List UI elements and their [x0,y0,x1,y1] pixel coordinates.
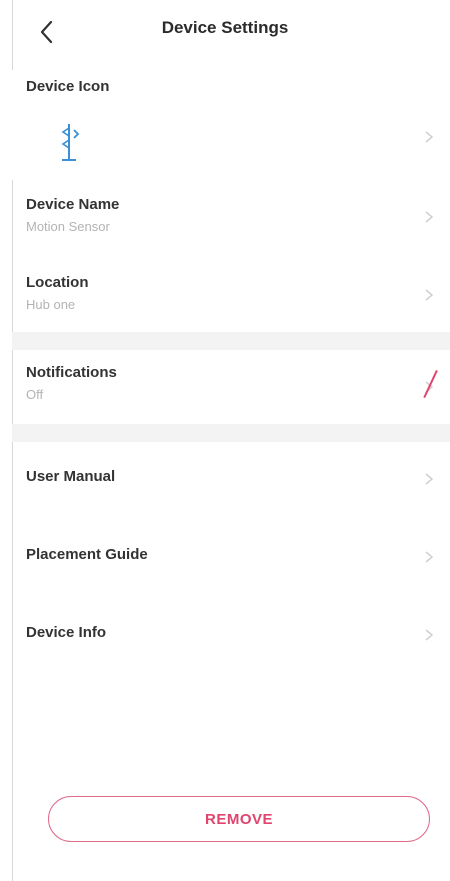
chevron-right-icon [425,211,434,223]
section-divider [12,424,450,442]
remove-button[interactable]: REMOVE [48,796,430,842]
section-divider [12,332,450,350]
device-name-row[interactable]: Device Name Motion Sensor [12,190,450,248]
device-info-label: Device Info [26,624,107,641]
placement-guide-label: Placement Guide [26,546,148,563]
placement-guide-row[interactable]: Placement Guide [12,530,450,582]
chevron-right-icon [425,131,434,143]
chevron-right-icon [425,551,434,563]
user-manual-label: User Manual [26,468,116,485]
notifications-row[interactable]: Notifications Off [12,358,450,416]
location-label: Location [26,274,89,291]
page-title: Device Settings [161,18,289,37]
motion-sensor-icon [52,120,86,164]
device-info-row[interactable]: Device Info [12,608,450,660]
device-name-label: Device Name [26,196,120,213]
location-value: Hub one [26,297,76,312]
chevron-right-icon [425,289,434,301]
location-row[interactable]: Location Hub one [12,268,450,326]
notifications-label: Notifications [26,364,117,381]
header-bar: Device Settings [0,0,450,64]
device-icon-label: Device Icon [26,78,110,95]
notifications-value: Off [26,387,44,402]
chevron-right-icon [425,473,434,485]
chevron-right-icon [425,629,434,641]
device-icon-section[interactable]: Device Icon [12,70,450,180]
user-manual-row[interactable]: User Manual [12,452,450,504]
device-name-value: Motion Sensor [26,219,110,234]
